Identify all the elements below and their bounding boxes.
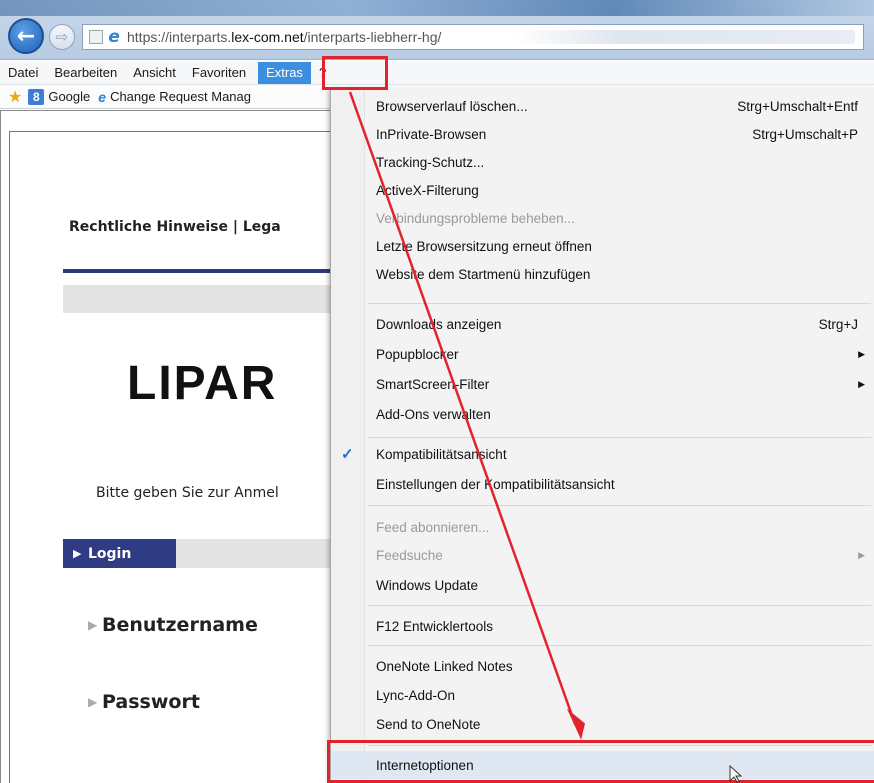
annotation-box-extras — [322, 56, 388, 90]
menu-item-activex[interactable]: ActiveX-Filterung — [331, 176, 874, 204]
forward-button[interactable]: ⇨ — [49, 24, 75, 50]
menu-item-label: Feedsuche — [376, 547, 443, 563]
back-button[interactable]: ← — [8, 18, 44, 54]
username-text: Benutzername — [102, 614, 258, 636]
legal-links[interactable]: Rechtliche Hinweise | Lega — [69, 219, 281, 235]
menu-item-label: ActiveX-Filterung — [376, 182, 479, 198]
grey-band — [63, 285, 343, 313]
menu-separator — [368, 437, 871, 438]
menu-item-downloads[interactable]: Downloads anzeigen Strg+J — [331, 310, 874, 338]
submenu-arrow-icon: ▶ — [858, 348, 865, 359]
url-path: /interparts-liebherr-hg/ — [303, 29, 442, 45]
menu-item-label: Downloads anzeigen — [376, 316, 502, 332]
menu-item-send-onenote[interactable]: Send to OneNote — [331, 710, 874, 738]
menu-item-shortcut: Strg+Umschalt+Entf — [737, 98, 858, 114]
favorites-star-icon[interactable]: ★ — [8, 87, 22, 107]
menu-extras[interactable]: Extras — [258, 61, 311, 84]
login-tab-label: Login — [88, 545, 132, 562]
forward-arrow-icon: ⇨ — [55, 28, 69, 46]
menu-item-label: F12 Entwicklertools — [376, 618, 494, 634]
menu-item-label: InPrivate-Browsen — [376, 126, 487, 142]
menu-item-label: Lync-Add-On — [376, 687, 456, 703]
ie-logo-icon: e — [108, 27, 120, 47]
menu-item-feed-subscribe: Feed abonnieren... — [331, 513, 874, 541]
menu-item-label: Send to OneNote — [376, 716, 481, 732]
menu-ansicht[interactable]: Ansicht — [125, 62, 184, 84]
menu-item-label: Feed abonnieren... — [376, 519, 490, 535]
blurred-tabs — [515, 30, 855, 44]
address-bar[interactable]: e https://interparts.lex-com.net/interpa… — [82, 24, 864, 50]
favorite-change-request[interactable]: Change Request Manag — [110, 89, 251, 104]
back-arrow-icon: ← — [16, 23, 36, 49]
triangle-right-icon: ▶ — [73, 547, 82, 560]
header-rule — [63, 269, 343, 273]
menu-item-label: Browserverlauf löschen... — [376, 98, 528, 114]
username-label: Benutzername — [88, 614, 258, 636]
browser-toolbar: ← ⇨ e https://interparts.lex-com.net/int… — [0, 0, 874, 60]
menu-item-label: Tracking-Schutz... — [376, 154, 485, 170]
url-prefix: https://interparts. — [127, 29, 232, 45]
menu-item-addons[interactable]: Add-Ons verwalten — [331, 400, 874, 428]
login-tab[interactable]: ▶ Login — [63, 539, 176, 568]
menu-separator — [368, 645, 871, 646]
menu-favoriten[interactable]: Favoriten — [184, 62, 254, 84]
menu-item-feed-search: Feedsuche ▶ — [331, 541, 874, 569]
password-text: Passwort — [102, 691, 200, 713]
menu-item-label: Letzte Browsersitzung erneut öffnen — [376, 238, 592, 254]
menu-item-label: Add-Ons verwalten — [376, 406, 491, 422]
menu-item-popup-blocker[interactable]: Popupblocker ▶ — [331, 340, 874, 368]
menu-item-label: Einstellungen der Kompatibilitätsansicht — [376, 476, 615, 492]
menu-item-label: SmartScreen-Filter — [376, 376, 490, 392]
menu-item-connection-problems: Verbindungsprobleme beheben... — [331, 204, 874, 232]
window-caption — [0, 0, 874, 16]
url-text[interactable]: https://interparts.lex-com.net/interpart… — [127, 29, 441, 45]
menu-item-clear-history[interactable]: Browserverlauf löschen... Strg+Umschalt+… — [331, 92, 874, 120]
menu-item-add-to-start[interactable]: Website dem Startmenü hinzufügen — [331, 260, 874, 288]
menu-item-compat-view[interactable]: ✓ Kompatibilitätsansicht — [331, 440, 874, 468]
menu-item-smartscreen[interactable]: SmartScreen-Filter ▶ — [331, 370, 874, 398]
menu-item-lync[interactable]: Lync-Add-On — [331, 681, 874, 709]
menu-item-label: Popupblocker — [376, 346, 459, 362]
menu-item-label: Website dem Startmenü hinzufügen — [376, 266, 591, 282]
mouse-cursor-icon — [729, 765, 743, 783]
google-icon: 8 — [28, 88, 45, 105]
menu-separator — [368, 505, 871, 506]
menu-item-reopen-session[interactable]: Letzte Browsersitzung erneut öffnen — [331, 232, 874, 260]
menu-datei[interactable]: Datei — [0, 62, 46, 84]
menu-item-windows-update[interactable]: Windows Update — [331, 571, 874, 599]
menu-bar: Datei Bearbeiten Ansicht Favoriten Extra… — [0, 61, 874, 85]
annotation-box-internet-options — [327, 740, 874, 783]
submenu-arrow-icon: ▶ — [858, 378, 865, 389]
page-icon — [89, 30, 103, 44]
checkmark-icon: ✓ — [341, 446, 354, 463]
login-bar: ▶ Login — [63, 539, 353, 568]
menu-bearbeiten[interactable]: Bearbeiten — [46, 62, 125, 84]
menu-separator — [368, 605, 871, 606]
menu-item-label: Windows Update — [376, 577, 479, 593]
menu-item-shortcut: Strg+J — [818, 316, 858, 332]
menu-item-compat-settings[interactable]: Einstellungen der Kompatibilitätsansicht — [331, 470, 874, 498]
menu-item-inprivate[interactable]: InPrivate-Browsen Strg+Umschalt+P — [331, 120, 874, 148]
menu-item-label: OneNote Linked Notes — [376, 658, 513, 674]
extras-dropdown: Browserverlauf löschen... Strg+Umschalt+… — [330, 87, 874, 783]
ie-page-icon: e — [98, 88, 107, 105]
password-label: Passwort — [88, 691, 200, 713]
menu-item-onenote-linked[interactable]: OneNote Linked Notes — [331, 652, 874, 680]
menu-item-tracking[interactable]: Tracking-Schutz... — [331, 148, 874, 176]
url-domain: lex-com.net — [231, 29, 304, 45]
menu-item-label: Kompatibilitätsansicht — [376, 446, 507, 462]
menu-item-shortcut: Strg+Umschalt+P — [752, 126, 858, 142]
menu-item-f12-tools[interactable]: F12 Entwicklertools — [331, 612, 874, 640]
submenu-arrow-icon: ▶ — [858, 549, 865, 560]
logo: LIPAR — [127, 357, 278, 410]
favorite-google[interactable]: Google — [48, 89, 90, 104]
menu-item-label: Verbindungsprobleme beheben... — [376, 210, 575, 226]
login-hint: Bitte geben Sie zur Anmel — [96, 485, 279, 501]
menu-separator — [368, 303, 871, 304]
